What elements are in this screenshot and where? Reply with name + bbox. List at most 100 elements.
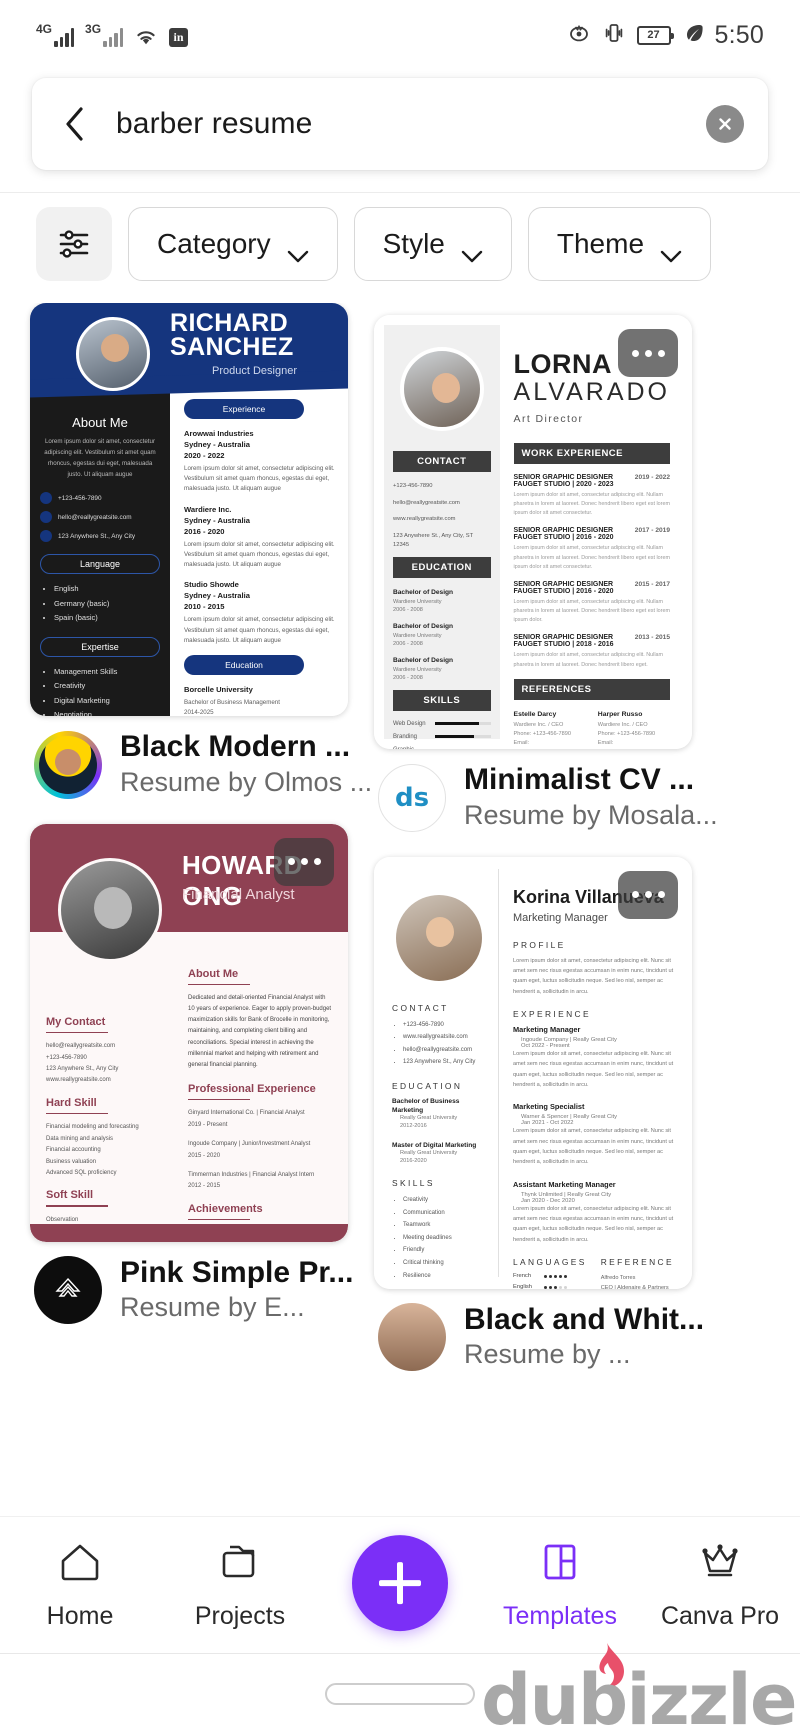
template-card[interactable]: CONTACT +123-456-7890 www.reallygreatsit… <box>374 856 704 1373</box>
experience-item: 2015 - 2017 SENIOR GRAPHIC DESIGNER FAUG… <box>513 580 670 624</box>
resume-photo <box>76 317 150 391</box>
profile-heading: PROFILE <box>513 939 566 950</box>
bottom-navigation: Home Projects Templates Canva Pro <box>0 1516 800 1653</box>
status-bar-left: 4G 3G in <box>36 22 189 47</box>
search-section: barber resume <box>0 70 800 192</box>
chevron-down-icon <box>287 238 309 262</box>
create-design-button[interactable] <box>352 1535 448 1632</box>
resume-role: Product Designer <box>212 365 297 377</box>
avatar <box>378 1303 446 1372</box>
template-meta: Black and Whit... Resume by ... <box>374 1289 704 1373</box>
experience-item: 2017 - 2019 SENIOR GRAPHIC DESIGNER FAUG… <box>513 527 670 570</box>
hard-skill-list: Financial modeling and forecasting Data … <box>46 1124 139 1176</box>
hard-skill-heading: Hard Skill <box>46 1096 97 1109</box>
references-heading: REFERENCES <box>513 678 670 700</box>
resume-role: Art Director <box>513 412 584 425</box>
reference-heading: REFERENCE <box>600 1257 674 1268</box>
education-heading: EDUCATION <box>392 1080 463 1091</box>
soft-skill-heading: Soft Skill <box>46 1189 94 1202</box>
more-options-icon[interactable] <box>618 870 678 919</box>
contact-website: www.reallygreatsite.com <box>393 516 456 523</box>
battery-indicator: 27 <box>636 25 674 45</box>
contact-phone: +123-456-7890 <box>393 483 433 489</box>
app-screen: 4G 3G in 27 5:50 barber resume Category … <box>0 0 800 1733</box>
template-author: Resume by Olmos ... <box>120 766 373 797</box>
resume-preview-richard-sanchez: RICHARD SANCHEZ Product Designer About M… <box>30 303 348 716</box>
resume-name-line1: RICHARD <box>170 309 289 337</box>
experience-item: Assistant Marketing Manager Thynk Unlimi… <box>513 1179 674 1243</box>
template-thumbnail[interactable]: RICHARD SANCHEZ Product Designer About M… <box>30 303 348 716</box>
wifi-icon <box>134 27 158 47</box>
contact-address: 123 Anywhere St., Any City <box>40 530 160 543</box>
about-text: Dedicated and detail-oriented Financial … <box>188 995 332 1068</box>
filter-chip-style[interactable]: Style <box>353 207 512 281</box>
reference-item: Estelle Darcy Wardiere Inc. / CEO Phone:… <box>513 710 578 749</box>
contact-details: hello@reallygreatsite.com +123-456-7890 … <box>46 1043 119 1084</box>
language-row: French <box>513 1273 587 1279</box>
about-heading: About Me <box>72 415 128 430</box>
vibrate-icon <box>603 22 625 49</box>
avatar: ds <box>378 763 446 832</box>
more-options-icon[interactable] <box>618 329 678 377</box>
experience-heading: WORK EXPERIENCE <box>513 442 670 464</box>
template-card[interactable]: HOWARD ONG Financial Analyst My Contact … <box>30 823 353 1336</box>
nav-item-canva-pro[interactable]: Canva Pro <box>640 1540 800 1631</box>
template-thumbnail[interactable]: CONTACT +123-456-7890 www.reallygreatsit… <box>374 856 692 1289</box>
resume-name-line2: ALVARADO <box>513 378 670 406</box>
templates-grid-icon <box>537 1540 583 1589</box>
search-input[interactable]: barber resume <box>116 107 706 141</box>
experience-item: Arowwai Industries Sydney - Australia 2020… <box>184 429 335 493</box>
home-gesture-bar[interactable] <box>325 1683 475 1705</box>
about-heading: About Me <box>188 967 239 980</box>
expertise-heading: Expertise <box>40 637 160 658</box>
nav-item-home[interactable]: Home <box>0 1540 160 1631</box>
skills-heading: SKILLS <box>393 689 491 711</box>
profile-text: Lorem ipsum dolor sit amet, consectetur … <box>513 957 674 995</box>
expertise-list: Management Skills Creativity Digital Mar… <box>40 665 160 716</box>
chevron-down-icon <box>660 238 682 262</box>
eye-comfort-icon <box>567 22 591 49</box>
filter-sliders-icon[interactable] <box>36 207 112 281</box>
nav-item-canva-pro-label: Canva Pro <box>660 1601 780 1630</box>
resume-role: Financial Analyst <box>182 885 295 903</box>
signal-3g: 3G <box>85 22 124 47</box>
template-card[interactable]: CONTACT +123-456-7890 hello@reallygreats… <box>374 315 718 843</box>
template-meta: ds Minimalist CV ... Resume by Mosala... <box>374 749 718 843</box>
template-card[interactable]: RICHARD SANCHEZ Product Designer About M… <box>30 303 372 810</box>
contact-heading: CONTACT <box>392 1002 449 1013</box>
filter-chip-category-label: Category <box>157 228 271 259</box>
template-meta: Pink Simple Pr... Resume by E... <box>30 1242 353 1336</box>
nav-item-projects-label: Projects <box>194 1601 286 1630</box>
more-options-icon[interactable] <box>274 837 334 886</box>
template-thumbnail[interactable]: CONTACT +123-456-7890 hello@reallygreats… <box>374 315 692 749</box>
network-type-label-2: 3G <box>85 22 102 36</box>
search-bar[interactable]: barber resume <box>32 78 768 170</box>
nav-item-templates[interactable]: Templates <box>480 1540 640 1631</box>
experience-item: 2019 - 2022 SENIOR GRAPHIC DESIGNER FAUG… <box>513 473 670 517</box>
template-author: Resume by Mosala... <box>464 799 718 830</box>
education-item: Borcelle University Bachelor of Business… <box>184 685 280 716</box>
template-thumbnail[interactable]: HOWARD ONG Financial Analyst My Contact … <box>30 823 348 1242</box>
filter-chip-style-label: Style <box>382 228 445 259</box>
filter-chip-category[interactable]: Category <box>128 207 338 281</box>
results-column-right: CONTACT +123-456-7890 hello@reallygreats… <box>374 303 718 1373</box>
nav-item-home-label: Home <box>46 1601 114 1630</box>
education-heading: EDUCATION <box>393 557 491 579</box>
language-row: English <box>513 1284 587 1289</box>
filter-chip-theme[interactable]: Theme <box>527 207 712 281</box>
experience-item: 2013 - 2015 SENIOR GRAPHIC DESIGNER FAUG… <box>513 634 670 668</box>
avatar <box>34 1256 102 1325</box>
contact-heading: My Contact <box>46 1015 106 1028</box>
avatar <box>34 730 102 799</box>
achievements-heading: Achievements <box>188 1202 263 1215</box>
nav-item-projects[interactable]: Projects <box>160 1540 320 1631</box>
contact-phone: +123-456-7890 <box>40 492 160 505</box>
template-results-grid[interactable]: RICHARD SANCHEZ Product Designer About M… <box>0 303 800 1373</box>
template-meta: Black Modern ... Resume by Olmos ... <box>30 716 372 810</box>
template-author: Resume by E... <box>120 1292 305 1323</box>
clock: 5:50 <box>714 20 764 49</box>
clear-search-button[interactable] <box>706 105 744 143</box>
signal-bars-1 <box>54 27 75 47</box>
template-title: Pink Simple Pr... <box>120 1255 354 1289</box>
back-chevron-icon[interactable] <box>60 104 90 144</box>
